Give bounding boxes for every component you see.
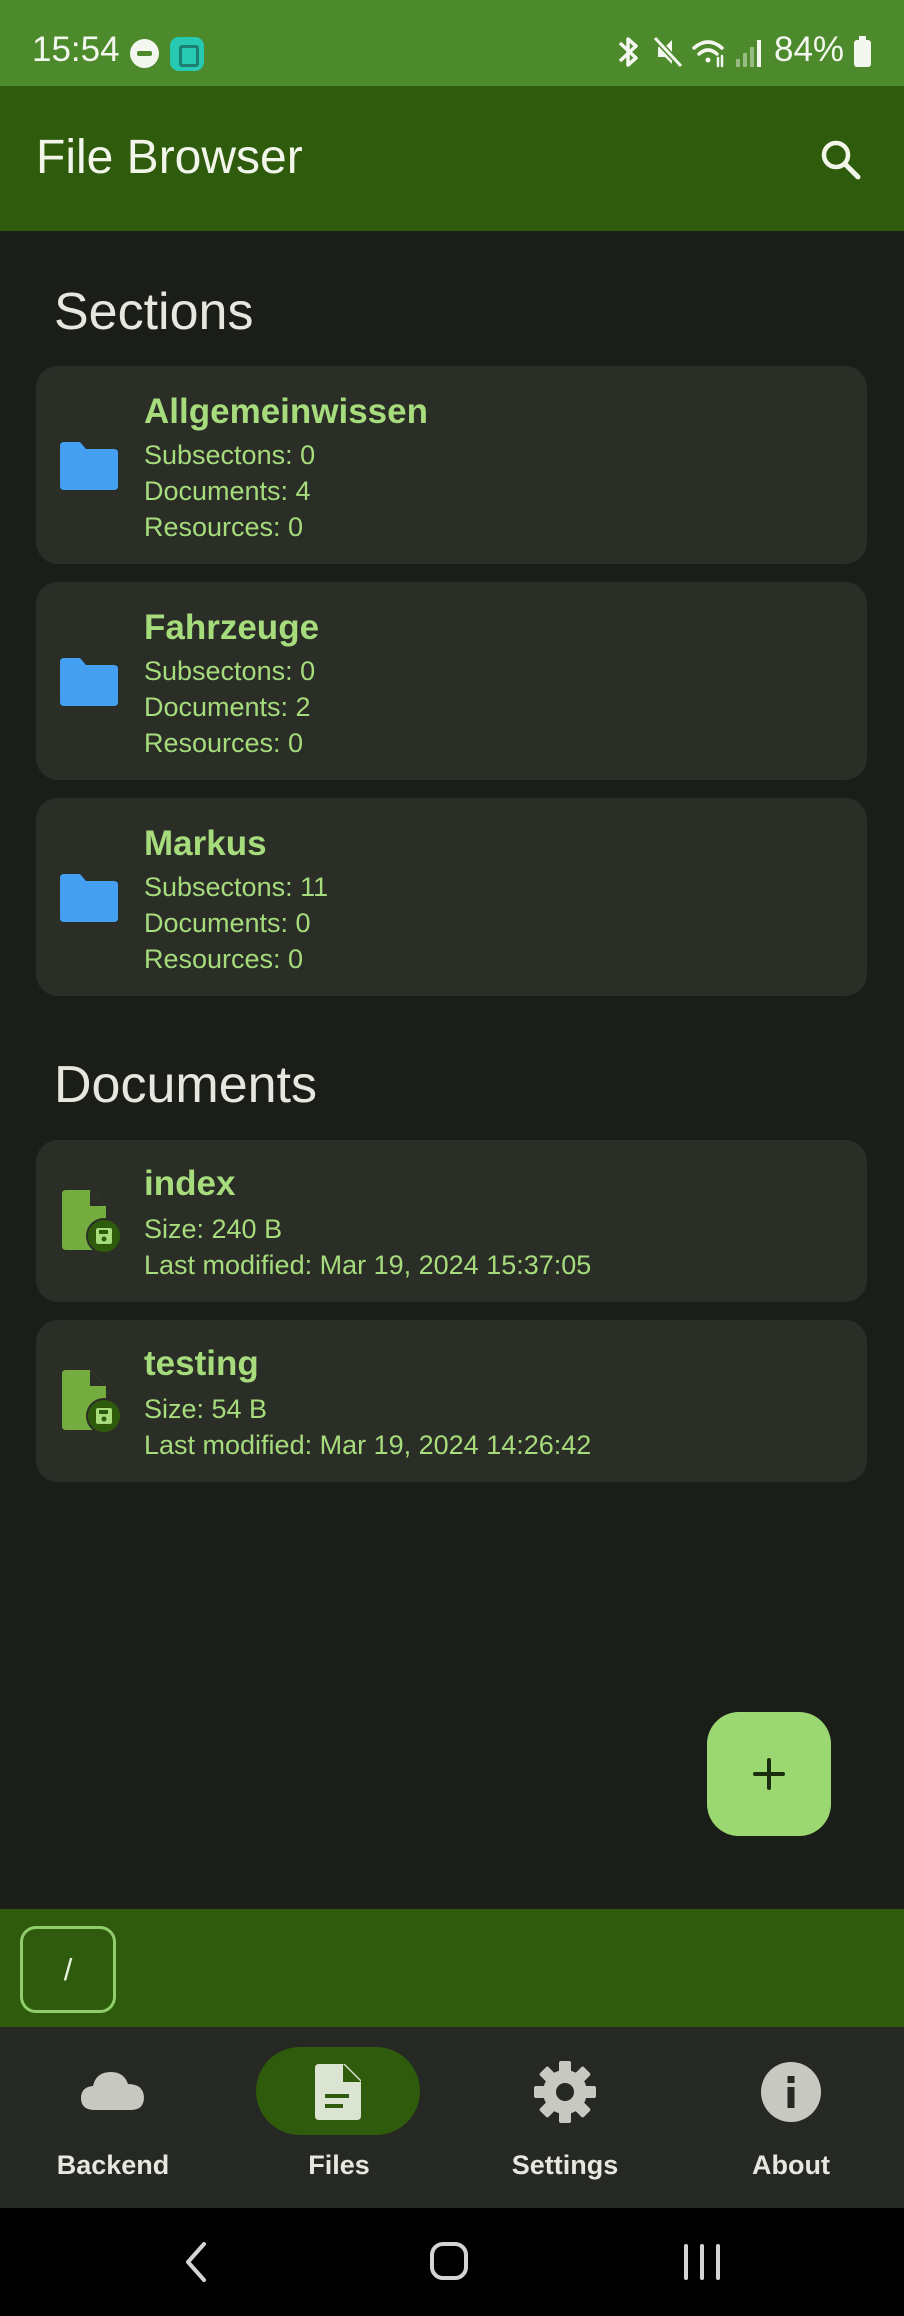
app-bar: File Browser — [0, 86, 904, 231]
wifi-icon — [692, 40, 724, 68]
app-notification-icon — [170, 37, 204, 71]
status-time: 15:54 — [32, 30, 120, 69]
battery-percentage: 84% — [774, 30, 845, 69]
status-bar: 15:54 84% — [0, 0, 904, 86]
system-navigation-bar — [0, 2208, 904, 2316]
cloud-icon — [81, 2072, 144, 2110]
app-title: File Browser — [36, 131, 303, 184]
nav-label: Settings — [511, 2150, 619, 2180]
document-modified: Last modified: Mar 19, 2024 14:26:42 — [144, 1430, 592, 1460]
secure-document-icon — [62, 1370, 122, 1434]
recents-icon[interactable] — [684, 2244, 720, 2280]
document-card-testing[interactable]: testing Size: 54 B Last modified: Mar 19… — [36, 1320, 867, 1482]
nav-item-files[interactable]: Files — [226, 2027, 452, 2208]
secure-document-icon — [62, 1190, 122, 1254]
file-icon — [315, 2064, 361, 2120]
section-subsections: Subsectons: 0 — [144, 656, 316, 686]
document-size: Size: 240 B — [144, 1214, 283, 1244]
section-subsections: Subsectons: 11 — [144, 872, 329, 902]
document-title: index — [144, 1164, 236, 1203]
nav-label: About — [752, 2150, 830, 2180]
nav-label: Files — [308, 2150, 370, 2180]
section-documents: Documents: 2 — [144, 692, 311, 722]
section-resources: Resources: 0 — [144, 512, 304, 542]
bluetooth-icon — [618, 37, 638, 67]
folder-icon — [60, 658, 118, 706]
section-card-allgemeinwissen[interactable]: Allgemeinwissen Subsectons: 0 Documents:… — [36, 366, 867, 564]
nav-item-about[interactable]: About — [678, 2027, 904, 2208]
document-card-index[interactable]: index Size: 240 B Last modified: Mar 19,… — [36, 1140, 867, 1302]
info-icon — [761, 2062, 821, 2122]
section-resources: Resources: 0 — [144, 728, 304, 758]
nav-label: Backend — [56, 2150, 170, 2180]
section-resources: Resources: 0 — [144, 944, 304, 974]
search-icon[interactable] — [815, 134, 867, 186]
plus-icon — [753, 1758, 785, 1790]
add-button[interactable] — [707, 1712, 831, 1836]
mute-icon — [652, 35, 684, 69]
document-size: Size: 54 B — [144, 1394, 268, 1424]
dnd-icon — [130, 39, 159, 68]
section-card-fahrzeuge[interactable]: Fahrzeuge Subsectons: 0 Documents: 2 Res… — [36, 582, 867, 780]
documents-heading: Documents — [54, 1056, 317, 1114]
folder-icon — [60, 874, 118, 922]
sections-heading: Sections — [54, 283, 254, 341]
nav-item-backend[interactable]: Backend — [0, 2027, 226, 2208]
signal-icon — [736, 40, 761, 67]
document-title: testing — [144, 1344, 259, 1383]
gear-icon — [534, 2061, 596, 2123]
section-title: Markus — [144, 824, 267, 863]
folder-icon — [60, 442, 118, 490]
section-subsections: Subsectons: 0 — [144, 440, 316, 470]
system-nav-buttons — [186, 2242, 720, 2282]
path-bar: / — [0, 1909, 904, 2027]
section-documents: Documents: 0 — [144, 908, 311, 938]
status-icons — [618, 35, 761, 69]
section-card-markus[interactable]: Markus Subsectons: 11 Documents: 0 Resou… — [36, 798, 867, 996]
section-title: Fahrzeuge — [144, 608, 320, 647]
battery-icon — [854, 36, 871, 67]
home-icon[interactable] — [430, 2242, 468, 2280]
bottom-navigation: Backend Files Settings About — [0, 2027, 904, 2208]
back-icon[interactable] — [186, 2242, 206, 2282]
section-title: Allgemeinwissen — [144, 392, 428, 431]
nav-item-settings[interactable]: Settings — [452, 2027, 678, 2208]
document-modified: Last modified: Mar 19, 2024 15:37:05 — [144, 1250, 592, 1280]
path-chip-root[interactable]: / — [20, 1926, 116, 2013]
section-documents: Documents: 4 — [144, 476, 311, 506]
